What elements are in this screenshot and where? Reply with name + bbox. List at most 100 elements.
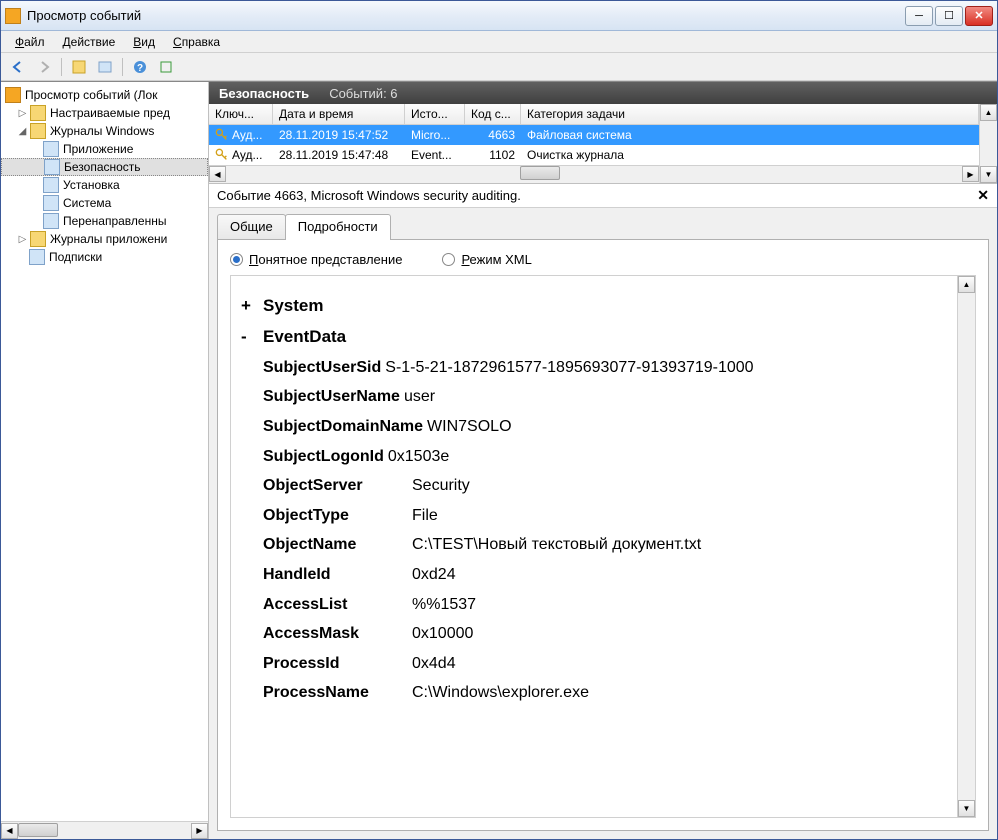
field-key: SubjectDomainName [263, 412, 423, 442]
expand-icon[interactable]: ▷ [17, 234, 28, 245]
event-field: ProcessId0x4d4 [241, 649, 951, 679]
expand-icon[interactable]: ▷ [17, 108, 28, 119]
scroll-down-button[interactable]: ▼ [958, 800, 975, 817]
field-key: AccessList [263, 590, 398, 620]
back-button[interactable] [7, 56, 29, 78]
event-row[interactable]: Ауд...28.11.2019 15:47:52Micro...4663Фай… [209, 125, 979, 145]
folder-icon [30, 231, 46, 247]
field-key: ProcessName [263, 678, 398, 708]
show-tree-button[interactable] [68, 56, 90, 78]
eventdata-section[interactable]: EventData [259, 321, 346, 352]
scroll-left-button[interactable]: ◀ [209, 166, 226, 182]
menu-view[interactable]: Вид [125, 33, 163, 51]
col-date[interactable]: Дата и время [273, 104, 405, 124]
col-code[interactable]: Код с... [465, 104, 521, 124]
tab-content: Понятное представление Режим XML +System… [217, 239, 989, 831]
tab-general[interactable]: Общие [217, 214, 286, 239]
close-detail-button[interactable]: ✕ [977, 187, 989, 204]
tree-subscriptions[interactable]: Подписки [1, 248, 208, 266]
field-value: user [404, 382, 435, 412]
scroll-thumb[interactable] [18, 823, 58, 837]
radio-friendly-view[interactable]: Понятное представление [230, 252, 402, 267]
log-icon [43, 177, 59, 193]
tree-application[interactable]: Приложение [1, 140, 208, 158]
system-section[interactable]: System [259, 290, 323, 321]
field-key: ObjectType [263, 501, 398, 531]
maximize-button[interactable]: ☐ [935, 6, 963, 26]
field-value: 0x10000 [412, 619, 473, 649]
titlebar[interactable]: Просмотр событий ─ ☐ ✕ [1, 1, 997, 31]
forward-button[interactable] [33, 56, 55, 78]
col-key[interactable]: Ключ... [209, 104, 273, 124]
log-icon [43, 213, 59, 229]
event-field: ObjectType File [241, 501, 951, 531]
field-value: File [412, 501, 438, 531]
event-field: AccessList %%1537 [241, 590, 951, 620]
tree-setup[interactable]: Установка [1, 176, 208, 194]
minimize-button[interactable]: ─ [905, 6, 933, 26]
svg-text:?: ? [137, 63, 143, 74]
menu-file[interactable]: Файл [7, 33, 53, 51]
collapse-icon[interactable]: ◢ [17, 126, 28, 137]
tree-app-services[interactable]: ▷Журналы приложени [1, 230, 208, 248]
scroll-up-button[interactable]: ▲ [958, 276, 975, 293]
log-icon [43, 141, 59, 157]
panel-title: БезопасностьСобытий: 6 [209, 82, 997, 104]
scroll-down-button[interactable]: ▼ [980, 166, 997, 183]
close-button[interactable]: ✕ [965, 6, 993, 26]
expand-system-toggle[interactable]: + [241, 290, 259, 321]
field-value: 0x1503e [388, 442, 449, 472]
tree-windows-logs[interactable]: ◢Журналы Windows [1, 122, 208, 140]
col-category[interactable]: Категория задачи [521, 104, 979, 124]
detail-title: Событие 4663, Microsoft Windows security… [209, 184, 997, 208]
scroll-right-button[interactable]: ▶ [191, 823, 208, 839]
tree-system[interactable]: Система [1, 194, 208, 212]
event-field: SubjectLogonId0x1503e [241, 442, 951, 472]
field-key: SubjectUserName [263, 382, 400, 412]
event-list: Ключ... Дата и время Исто... Код с... Ка… [209, 104, 997, 184]
key-icon [215, 128, 229, 142]
list-v-scrollbar[interactable]: ▲ ▼ [979, 104, 997, 183]
folder-icon [30, 123, 46, 139]
field-value: WIN7SOLO [427, 412, 511, 442]
log-icon [43, 195, 59, 211]
help-button[interactable]: ? [129, 56, 151, 78]
tree-security[interactable]: Безопасность [1, 158, 208, 176]
collapse-eventdata-toggle[interactable]: - [241, 321, 259, 352]
scroll-thumb[interactable] [520, 166, 560, 180]
field-key: HandleId [263, 560, 398, 590]
event-viewer-window: Просмотр событий ─ ☐ ✕ Файл Действие Вид… [0, 0, 998, 840]
tree-forwarded[interactable]: Перенаправленны [1, 212, 208, 230]
export-button[interactable] [155, 56, 177, 78]
event-field: HandleId0xd24 [241, 560, 951, 590]
menu-help[interactable]: Справка [165, 33, 228, 51]
properties-button[interactable] [94, 56, 116, 78]
menu-action[interactable]: Действие [55, 33, 124, 51]
folder-icon [30, 105, 46, 121]
event-field: ObjectNameC:\TEST\Новый текстовый докуме… [241, 530, 951, 560]
event-field: SubjectDomainNameWIN7SOLO [241, 412, 951, 442]
field-key: ObjectServer [263, 471, 398, 501]
tab-details[interactable]: Подробности [285, 214, 391, 240]
radio-xml-view[interactable]: Режим XML [442, 252, 531, 267]
col-source[interactable]: Исто... [405, 104, 465, 124]
tree-scrollbar[interactable]: ◀ ▶ [1, 821, 208, 839]
event-row[interactable]: Ауд...28.11.2019 15:47:48Event...1102Очи… [209, 145, 979, 165]
field-value: 0x4d4 [412, 649, 456, 679]
tree-custom-views[interactable]: ▷Настраиваемые пред [1, 104, 208, 122]
field-value: C:\TEST\Новый текстовый документ.txt [412, 530, 701, 560]
event-field: SubjectUserSidS-1-5-21-1872961577-189569… [241, 353, 951, 383]
tree-root[interactable]: Просмотр событий (Лок [1, 86, 208, 104]
list-h-scrollbar[interactable]: ◀ ▶ [209, 165, 979, 183]
field-value: %%1537 [412, 590, 476, 620]
field-key: SubjectLogonId [263, 442, 384, 472]
scroll-left-button[interactable]: ◀ [1, 823, 18, 839]
scroll-right-button[interactable]: ▶ [962, 166, 979, 182]
field-key: AccessMask [263, 619, 398, 649]
field-value: Security [412, 471, 470, 501]
radio-icon [230, 253, 243, 266]
scroll-up-button[interactable]: ▲ [980, 104, 997, 121]
detail-v-scrollbar[interactable]: ▲ ▼ [957, 276, 975, 817]
detail-tabs: Общие Подробности [209, 208, 997, 239]
event-field: ObjectServer Security [241, 471, 951, 501]
